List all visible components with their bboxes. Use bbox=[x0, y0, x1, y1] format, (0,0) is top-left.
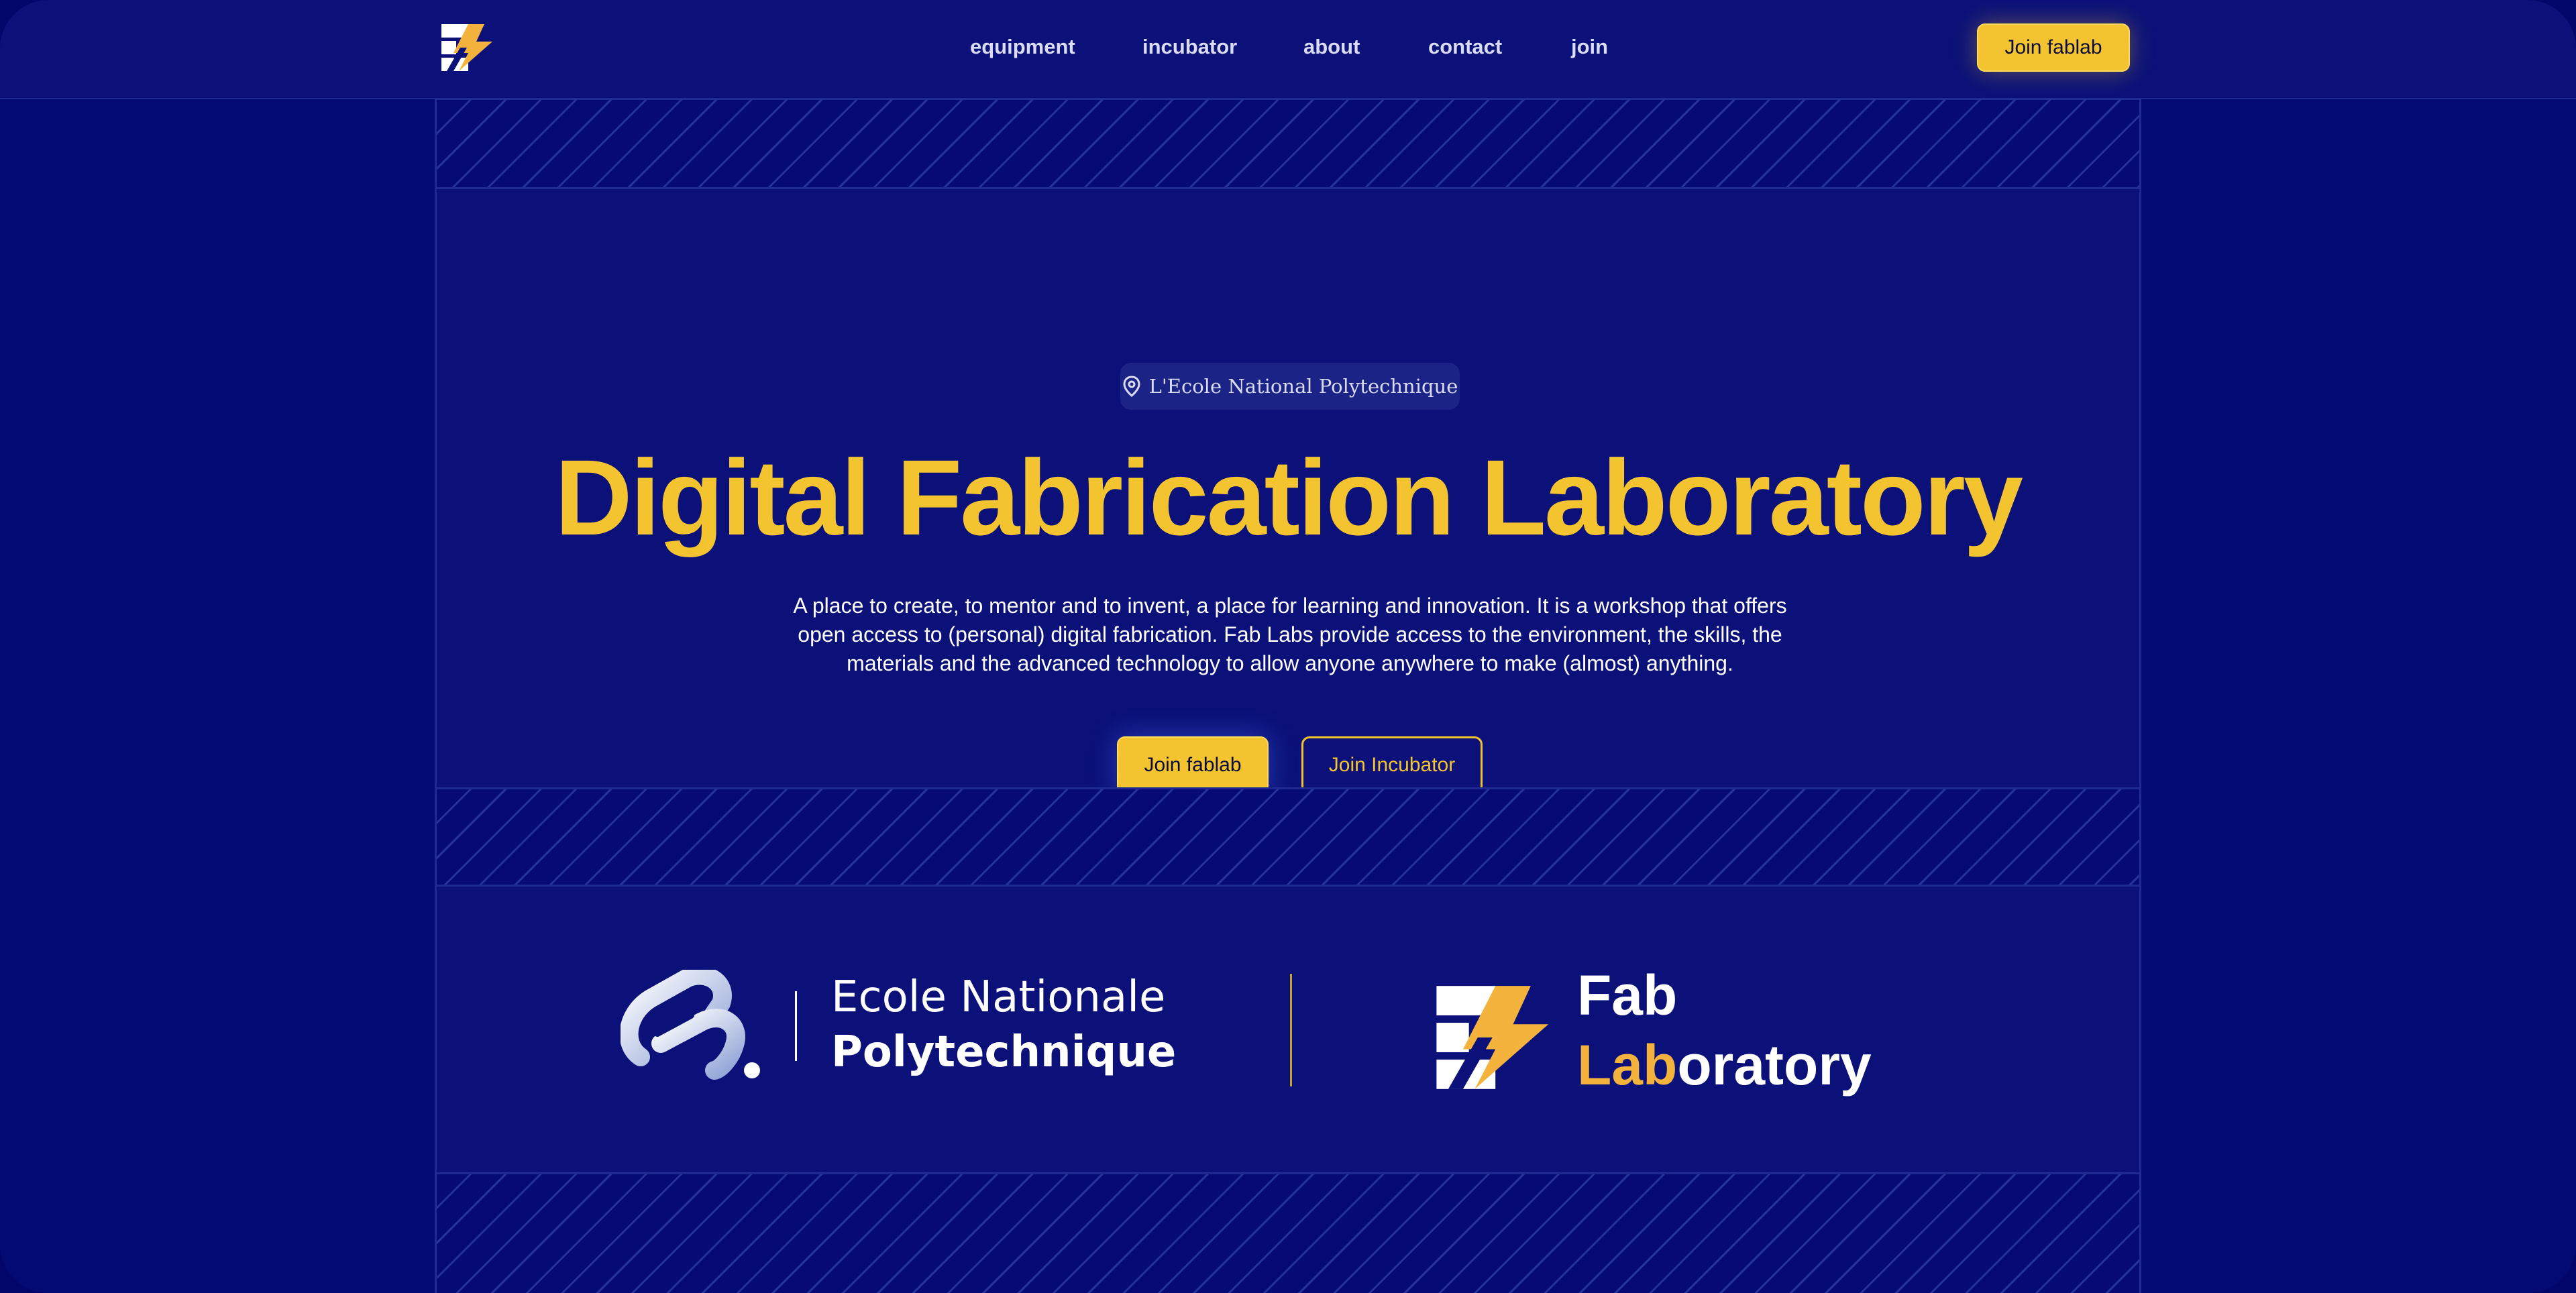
striped-divider-middle bbox=[437, 787, 2139, 887]
nav-contact[interactable]: contact bbox=[1428, 34, 1502, 60]
ecole-line1: Ecole Nationale bbox=[831, 972, 1166, 1022]
nav-about[interactable]: about bbox=[1303, 34, 1360, 60]
partners-section: Ecole Nationale Polytechnique Fab Labora… bbox=[437, 887, 2139, 1172]
hero-description: A place to create, to mentor and to inve… bbox=[745, 592, 1835, 678]
hero-description-line: A place to create, to mentor and to inve… bbox=[793, 594, 1787, 618]
top-nav-bar: equipment incubator about contact join J… bbox=[0, 0, 2576, 99]
nav-join[interactable]: join bbox=[1571, 34, 1608, 60]
ecole-divider bbox=[795, 991, 797, 1061]
join-fablab-button[interactable]: Join fablab bbox=[1117, 736, 1269, 794]
fab-line2-rest: oratory bbox=[1677, 1033, 1872, 1097]
content-column: L'Ecole National Polytechnique Digital F… bbox=[435, 98, 2141, 1293]
fablab-logo-large-icon bbox=[1436, 986, 1549, 1089]
fab-line1: Fab bbox=[1577, 964, 1678, 1027]
location-text: L'Ecole National Polytechnique bbox=[1148, 375, 1458, 398]
fablab-wordmark: Fab Laboratory bbox=[1577, 960, 1872, 1100]
nav-incubator[interactable]: incubator bbox=[1142, 34, 1237, 60]
nav-equipment[interactable]: equipment bbox=[970, 34, 1075, 60]
join-fablab-nav-button[interactable]: Join fablab bbox=[1977, 23, 2130, 72]
partners-divider bbox=[1290, 974, 1292, 1086]
join-incubator-button[interactable]: Join Incubator bbox=[1301, 736, 1483, 794]
striped-divider-bottom bbox=[437, 1172, 2139, 1293]
main-nav: equipment incubator about contact join bbox=[0, 0, 2576, 98]
page-frame: equipment incubator about contact join J… bbox=[0, 0, 2576, 1293]
ecole-logo-icon bbox=[621, 970, 760, 1080]
fab-line2: Laboratory bbox=[1577, 1030, 1872, 1100]
hero-title: Digital Fabrication Laboratory bbox=[555, 437, 2023, 557]
hero-description-line: materials and the advanced technology to… bbox=[847, 651, 1733, 675]
hero-section: L'Ecole National Polytechnique Digital F… bbox=[437, 189, 2139, 887]
striped-divider-top bbox=[437, 98, 2139, 189]
ecole-line2: Polytechnique bbox=[831, 1027, 1177, 1077]
ecole-wordmark: Ecole Nationale Polytechnique bbox=[831, 970, 1176, 1080]
location-pin-icon bbox=[1123, 376, 1140, 397]
hero-description-line: open access to (personal) digital fabric… bbox=[798, 622, 1782, 646]
location-badge: L'Ecole National Polytechnique bbox=[1120, 363, 1460, 410]
fab-line2-highlight: Lab bbox=[1577, 1033, 1678, 1097]
